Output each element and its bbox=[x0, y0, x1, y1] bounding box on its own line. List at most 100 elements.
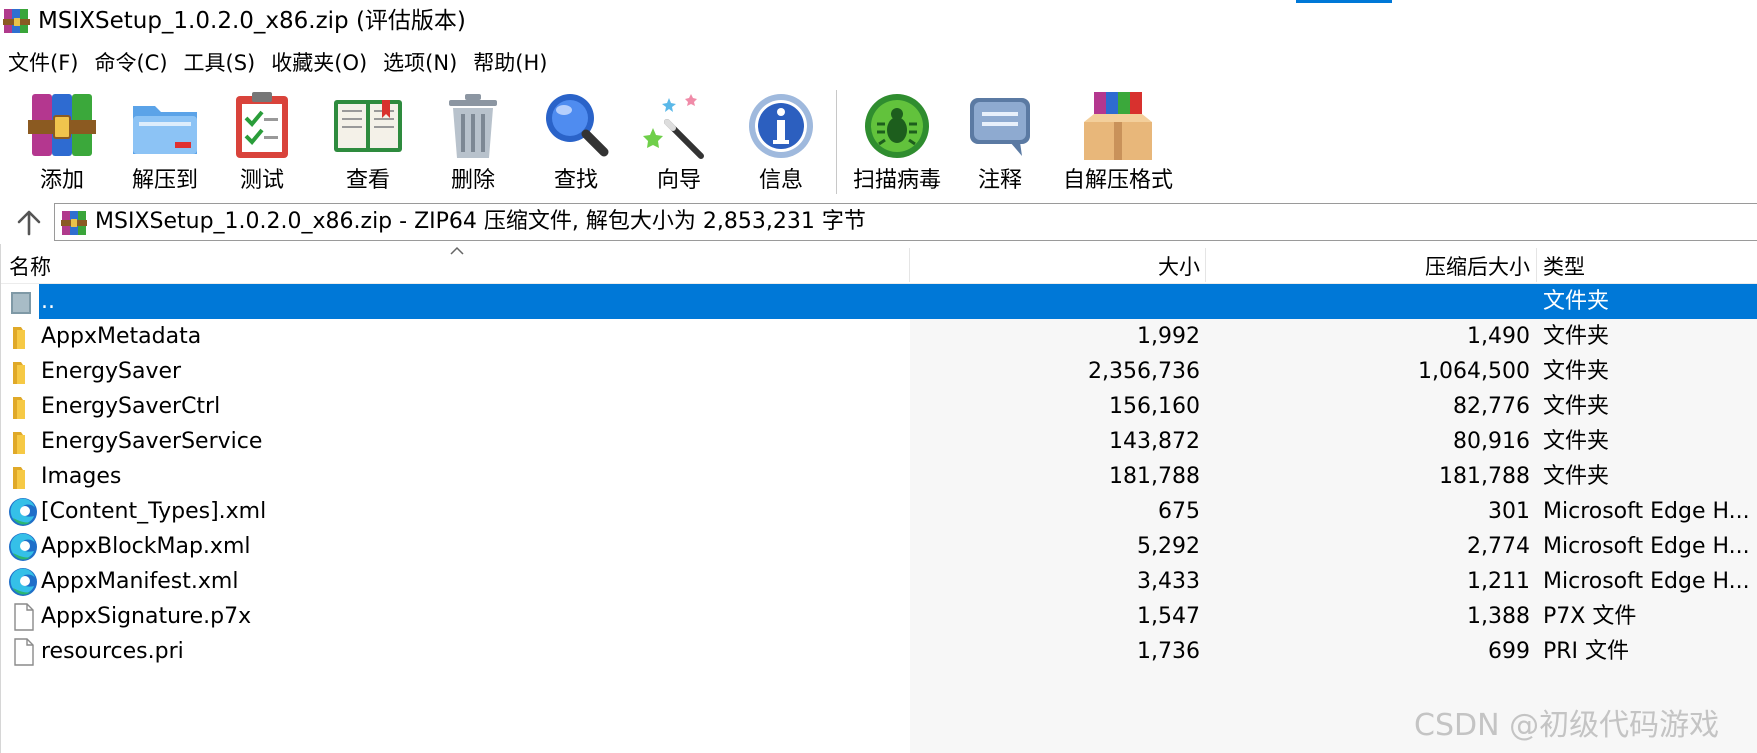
folder-icon bbox=[7, 461, 39, 493]
toolbar-separator bbox=[836, 90, 837, 194]
view-button[interactable]: 查看 bbox=[326, 84, 410, 198]
extract-to-button[interactable]: 解压到 bbox=[120, 84, 210, 198]
column-name[interactable]: 名称 bbox=[9, 244, 51, 284]
row-size: 1,736 bbox=[1137, 639, 1200, 664]
up-arrow-icon[interactable] bbox=[14, 208, 44, 238]
menu-help[interactable]: 帮助(H) bbox=[465, 46, 555, 80]
row-name: resources.pri bbox=[41, 639, 184, 664]
file-list: 名称 大小 压缩后大小 类型 .. 文件夹 AppxMetadata 1,992 1,4… bbox=[0, 244, 1757, 753]
table-row[interactable]: AppxManifest.xml 3,433 1,211 Microsoft Edge… bbox=[1, 564, 1757, 599]
virus-scan-icon bbox=[865, 94, 929, 158]
address-bar: MSIXSetup_1.0.2.0_x86.zip - ZIP64 压缩文件, … bbox=[0, 202, 1757, 242]
menu-options[interactable]: 选项(N) bbox=[375, 46, 465, 80]
menu-favorites[interactable]: 收藏夹(O) bbox=[263, 46, 375, 80]
comment-icon bbox=[970, 98, 1030, 156]
row-type: P7X 文件 bbox=[1543, 604, 1637, 629]
table-row[interactable]: AppxSignature.p7x 1,547 1,388 P7X 文件 bbox=[1, 599, 1757, 634]
table-row[interactable]: [Content_Types].xml 675 301 Microsoft Edge … bbox=[1, 494, 1757, 529]
row-name: AppxSignature.p7x bbox=[41, 604, 252, 629]
title-accent-line bbox=[1296, 0, 1392, 3]
row-name: EnergySaverCtrl bbox=[41, 394, 221, 419]
column-type[interactable]: 类型 bbox=[1543, 244, 1585, 284]
row-packed-size: 181,788 bbox=[1439, 464, 1530, 489]
watermark: CSDN @初级代码游戏 bbox=[1414, 708, 1720, 743]
menu-command[interactable]: 命令(C) bbox=[86, 46, 175, 80]
parent-folder-icon bbox=[7, 286, 39, 318]
add-archive-icon bbox=[28, 94, 96, 156]
menu-bar: 文件(F) 命令(C) 工具(S) 收藏夹(O) 选项(N) 帮助(H) bbox=[0, 46, 555, 80]
row-size: 1,992 bbox=[1137, 324, 1200, 349]
path-text: MSIXSetup_1.0.2.0_x86.zip - ZIP64 压缩文件, … bbox=[95, 209, 866, 234]
edge-icon bbox=[7, 566, 39, 598]
row-name: [Content_Types].xml bbox=[41, 499, 267, 524]
row-size: 156,160 bbox=[1109, 394, 1200, 419]
scan-virus-label: 扫描病毒 bbox=[852, 168, 941, 193]
info-icon bbox=[749, 94, 813, 158]
delete-button[interactable]: 删除 bbox=[432, 84, 514, 198]
sort-ascending-icon bbox=[450, 246, 464, 255]
test-button[interactable]: 测试 bbox=[222, 84, 302, 198]
trash-can-icon bbox=[449, 94, 497, 158]
table-row-selected[interactable]: .. 文件夹 bbox=[1, 284, 1757, 319]
delete-label: 删除 bbox=[450, 168, 495, 193]
window-title: MSIXSetup_1.0.2.0_x86.zip (评估版本) bbox=[38, 8, 466, 34]
title-bar: MSIXSetup_1.0.2.0_x86.zip (评估版本) bbox=[0, 0, 1757, 42]
table-row[interactable]: AppxMetadata 1,992 1,490 文件夹 bbox=[1, 319, 1757, 354]
row-size: 181,788 bbox=[1109, 464, 1200, 489]
add-button[interactable]: 添加 bbox=[22, 84, 102, 198]
sfx-button[interactable]: 自解压格式 bbox=[1056, 84, 1180, 198]
row-type: 文件夹 bbox=[1543, 464, 1610, 489]
table-row[interactable]: EnergySaver 2,356,736 1,064,500 文件夹 bbox=[1, 354, 1757, 389]
column-header: 名称 大小 压缩后大小 类型 bbox=[1, 244, 1757, 284]
file-rows: .. 文件夹 AppxMetadata 1,992 1,490 文件夹 EnergySave… bbox=[1, 284, 1757, 669]
row-type: 文件夹 bbox=[1543, 289, 1610, 314]
column-size[interactable]: 大小 bbox=[910, 244, 1200, 284]
row-name: .. bbox=[41, 289, 55, 314]
table-row[interactable]: Images 181,788 181,788 文件夹 bbox=[1, 459, 1757, 494]
column-packed-size[interactable]: 压缩后大小 bbox=[1206, 244, 1530, 284]
wizard-button[interactable]: 向导 bbox=[638, 84, 720, 198]
row-packed-size: 301 bbox=[1488, 499, 1530, 524]
wizard-label: 向导 bbox=[656, 168, 701, 193]
menu-tools[interactable]: 工具(S) bbox=[176, 46, 264, 80]
row-packed-size: 1,490 bbox=[1467, 324, 1530, 349]
row-packed-size: 699 bbox=[1488, 639, 1530, 664]
comment-button[interactable]: 注释 bbox=[962, 84, 1038, 198]
table-row[interactable]: resources.pri 1,736 699 PRI 文件 bbox=[1, 634, 1757, 669]
table-row[interactable]: EnergySaverCtrl 156,160 82,776 文件夹 bbox=[1, 389, 1757, 424]
folder-icon bbox=[7, 391, 39, 423]
row-name: AppxManifest.xml bbox=[41, 569, 239, 594]
row-name: Images bbox=[41, 464, 122, 489]
winrar-app-icon bbox=[3, 9, 30, 33]
table-row[interactable]: AppxBlockMap.xml 5,292 2,774 Microsoft Edge… bbox=[1, 529, 1757, 564]
column-separator[interactable] bbox=[1536, 248, 1537, 282]
info-button[interactable]: 信息 bbox=[742, 84, 820, 198]
row-type: 文件夹 bbox=[1543, 394, 1610, 419]
path-field[interactable]: MSIXSetup_1.0.2.0_x86.zip - ZIP64 压缩文件, … bbox=[54, 203, 1757, 241]
table-row[interactable]: EnergySaverService 143,872 80,916 文件夹 bbox=[1, 424, 1757, 459]
archive-icon bbox=[61, 211, 87, 235]
folder-icon bbox=[7, 321, 39, 353]
row-type: 文件夹 bbox=[1543, 429, 1610, 454]
row-size: 1,547 bbox=[1137, 604, 1200, 629]
row-name: AppxBlockMap.xml bbox=[41, 534, 251, 559]
row-type: 文件夹 bbox=[1543, 359, 1610, 384]
find-button[interactable]: 查找 bbox=[536, 84, 616, 198]
row-packed-size: 82,776 bbox=[1453, 394, 1530, 419]
scan-virus-button[interactable]: 扫描病毒 bbox=[848, 84, 946, 198]
menu-file[interactable]: 文件(F) bbox=[0, 46, 86, 80]
row-size: 5,292 bbox=[1137, 534, 1200, 559]
add-label: 添加 bbox=[39, 168, 84, 193]
test-clipboard-icon bbox=[236, 92, 288, 158]
folder-icon bbox=[7, 356, 39, 388]
row-packed-size: 1,388 bbox=[1467, 604, 1530, 629]
magic-wand-icon bbox=[643, 94, 704, 159]
row-type: Microsoft Edge H... bbox=[1543, 534, 1750, 559]
row-size: 2,356,736 bbox=[1088, 359, 1200, 384]
info-label: 信息 bbox=[758, 168, 803, 193]
row-packed-size: 2,774 bbox=[1467, 534, 1530, 559]
row-packed-size: 1,064,500 bbox=[1418, 359, 1530, 384]
find-label: 查找 bbox=[553, 168, 598, 193]
extract-to-label: 解压到 bbox=[131, 168, 198, 193]
extract-folder-icon bbox=[133, 106, 197, 154]
